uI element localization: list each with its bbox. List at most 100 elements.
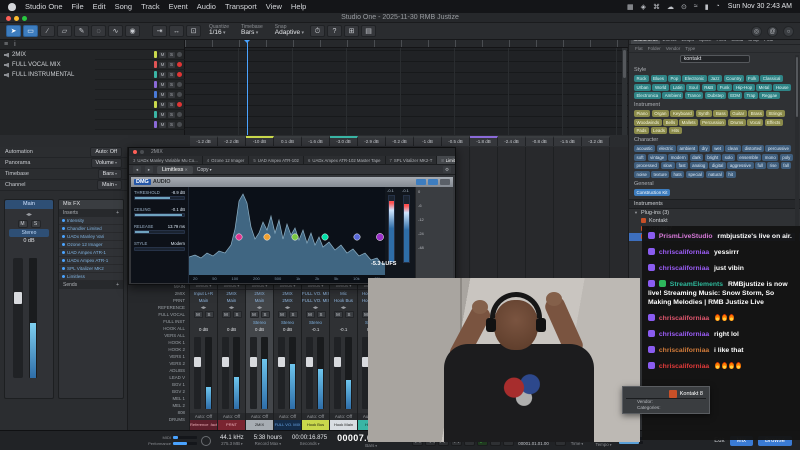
instrument-tag[interactable]: Effects [764,118,783,126]
channel-gain-value[interactable]: -1.5 dB [554,136,582,146]
insert-chain-tab[interactable]: 7 SPL Vitalizer MK2-T [386,156,438,164]
status-icon[interactable]: ☁ [667,3,674,11]
channel-gain-value[interactable]: -1.6 dB [302,136,330,146]
record-arm-button[interactable] [177,62,182,67]
track-mute-button[interactable]: M [159,91,166,98]
track-mute-button[interactable]: M [159,51,166,58]
sort-option[interactable]: Type [685,46,695,51]
limiter-param[interactable]: RELEASE 13.79 ms [134,224,185,234]
playhead-cursor[interactable] [244,40,250,135]
menu-item[interactable]: Transport [225,2,257,11]
track-mute-button[interactable]: M [159,111,166,118]
strip-name-plate[interactable]: FULL VO. MIX [274,420,301,430]
chat-username[interactable]: chriscaliforniaa [659,315,709,322]
strip-name-plate[interactable]: 2MIX [246,420,273,430]
grid-view-button[interactable]: ⊞ [344,25,359,37]
instrument-tag[interactable]: Woodwinds [634,118,662,126]
plugin-settings-icon[interactable]: ⚙ [443,166,451,173]
apple-menu-icon[interactable] [8,2,16,11]
character-tag[interactable]: natural [705,170,725,178]
fader-cap[interactable] [14,292,22,304]
strip-fader-cap[interactable] [222,357,229,367]
next-plugin-button[interactable]: ▸ [145,166,153,173]
channel-gain-value[interactable]: -1.8 dB [470,136,498,146]
character-tag[interactable]: processed [634,162,660,169]
track-row[interactable]: M S [95,60,185,70]
volume-fader[interactable] [13,258,23,378]
metronome-setup-button[interactable]: ⏱ [310,25,325,37]
tracklist-info-icon[interactable]: i [14,41,16,48]
strip-automation-mode[interactable]: Auto: Off [302,413,329,420]
panorama-select[interactable]: Volume [90,158,122,168]
character-tag[interactable]: soft [634,153,647,161]
status-icon[interactable]: ⊙ [681,3,687,11]
strip-pan-control[interactable]: ◂▸ [190,304,217,311]
instrument-tag[interactable]: Piano [634,110,651,117]
loop-follow-button[interactable]: ↔ [169,25,184,37]
style-tag[interactable]: Rock [634,75,650,82]
strip-stereo-label[interactable]: Stereo [302,319,329,326]
strip-name-plate[interactable]: Reference .fact [190,420,217,430]
sort-option[interactable]: Flat [635,46,643,51]
strip-input-route[interactable]: Input L+R [190,290,217,297]
strip-solo-button[interactable]: S [316,311,326,318]
status-icon[interactable]: ⌘ [653,3,660,11]
tracklist-menu-icon[interactable]: ≡ [4,41,8,48]
bank-channel-name[interactable]: VERS 1 [128,354,189,361]
mute-button[interactable]: M [17,220,28,228]
insert-chain-tab[interactable]: 6 UADx Ampex ATR-102 Master Tape [304,156,386,164]
channel-gain-value[interactable]: -3.2 dB [582,136,610,146]
strip-output[interactable]: Hook Bus [330,297,357,304]
strip-stereo-label[interactable]: Stereo [246,319,273,326]
power-icon[interactable] [62,235,65,238]
channel-gain-value[interactable]: -2.4 dB [498,136,526,146]
bank-channel-name[interactable]: VERS ALL [128,333,189,340]
mute-tool-button[interactable]: ◌ [91,25,106,37]
help-info-button[interactable]: ? [327,25,342,37]
character-tag[interactable]: fall [780,162,792,169]
record-arm-button[interactable] [177,102,182,107]
style-tag[interactable]: Hip-Hop [733,83,755,91]
power-icon[interactable] [62,275,65,278]
strip-input-route[interactable]: FULL VO. MIX [302,290,329,297]
character-tag[interactable]: clean [725,145,741,152]
track-mute-button[interactable]: M [159,101,166,108]
track-solo-button[interactable]: S [168,111,175,118]
strip-stereo-label[interactable] [190,319,217,326]
record-arm-button[interactable] [177,82,182,87]
instrument-tag[interactable]: Vocal [747,118,763,126]
track-mute-button[interactable]: M [159,81,166,88]
split-tool-button[interactable]: ∕ [40,25,55,37]
plugin-tree-item[interactable]: Kontakt [629,217,800,225]
instrument-tag[interactable]: Bells [663,118,678,126]
channel-gain-value[interactable]: -10 dB [246,136,274,146]
track-row[interactable]: M S [95,50,185,60]
character-tag[interactable]: acoustic [634,145,656,152]
character-tag[interactable]: ensemble [736,153,761,161]
bank-channel-name[interactable]: MEL 2 [128,403,189,410]
character-tag[interactable]: dark [689,153,704,161]
character-tag[interactable]: analog [689,162,708,169]
character-tag[interactable]: fast [676,162,689,169]
style-tag[interactable]: Jazz [708,75,723,82]
character-tag[interactable]: vintage [647,153,667,161]
strip-mute-button[interactable]: M [305,311,315,318]
menu-item[interactable]: Edit [93,2,106,11]
mixer-channel-strip[interactable]: Sends ▾ FULL VO. MIX FULL VO. MIX ◂▸ M S… [302,282,330,430]
power-icon[interactable] [62,267,65,270]
pan-control[interactable]: ◂▸ [5,209,53,219]
menubar-clock[interactable]: Sun Nov 30 2:43 AM [728,3,792,10]
instrument-tag[interactable]: Percussion [699,118,727,126]
channel-gain-value[interactable]: -1.2 dB [190,136,218,146]
bank-channel-name[interactable]: FULL INST [128,319,189,326]
plugin-close-icon[interactable] [133,150,137,154]
plugin-minimize-icon[interactable] [140,150,144,154]
style-tag[interactable]: Folk [745,75,759,82]
track-layout-button[interactable]: ▤ [361,25,376,37]
character-tag[interactable]: full [755,162,766,169]
mixfx-header[interactable]: Mix FX [59,200,123,209]
arrow-tool-button[interactable]: ➤ [6,25,21,37]
style-tag[interactable]: Blues [650,75,667,82]
limiter-param[interactable]: THRESHOLD -8.9 dB [134,190,185,200]
track-mute-button[interactable]: M [159,121,166,128]
